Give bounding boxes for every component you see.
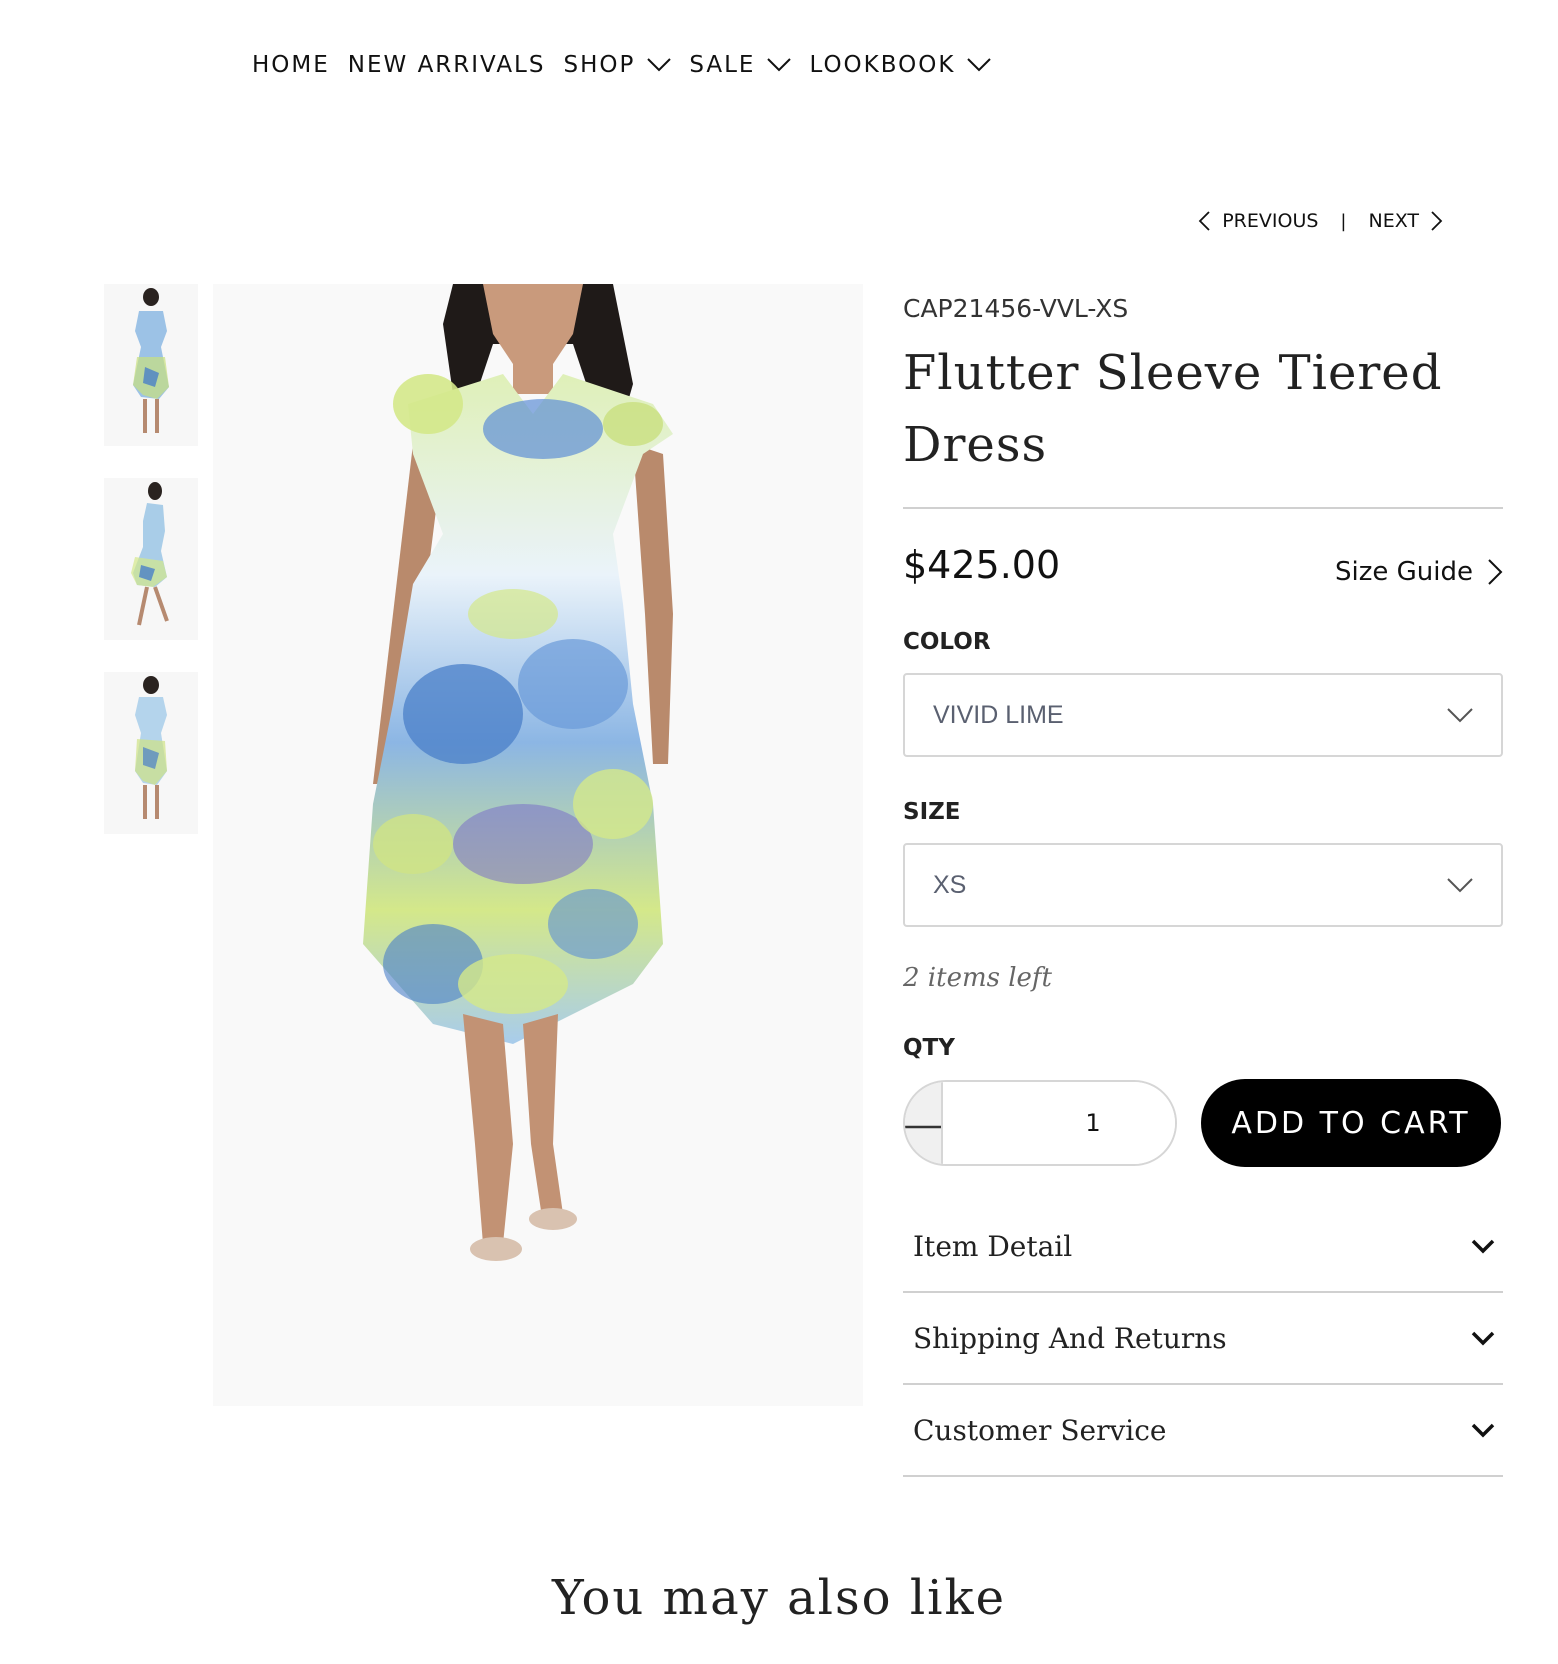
chevron-down-icon	[647, 58, 672, 72]
color-select[interactable]: VIVID LIME	[903, 673, 1503, 757]
next-link[interactable]: NEXT	[1368, 210, 1443, 232]
chevron-right-icon	[1431, 211, 1443, 231]
purchase-row: ADD TO CART	[903, 1079, 1503, 1167]
product-title-line2: Dress	[903, 417, 1048, 473]
color-select-value: VIVID LIME	[933, 700, 1064, 729]
dress-thumbnail-image	[133, 288, 169, 433]
thumbnail-side[interactable]	[104, 478, 198, 640]
dress-model-image	[363, 284, 673, 1261]
nav-new-arrivals[interactable]: NEW ARRIVALS	[348, 52, 546, 78]
previous-link[interactable]: PREVIOUS	[1198, 210, 1318, 232]
product-price: $425.00	[903, 543, 1061, 587]
chevron-left-icon	[1198, 211, 1210, 231]
main-nav: HOME NEW ARRIVALS SHOP SALE LOOKBOOK	[252, 52, 1009, 78]
accordion-customer-service-label: Customer Service	[913, 1413, 1167, 1447]
accordion-shipping-returns-label: Shipping And Returns	[913, 1321, 1227, 1355]
title-divider	[903, 507, 1503, 509]
nav-home-label: HOME	[252, 52, 330, 78]
product-title-line1: Flutter Sleeve Tiered	[903, 345, 1443, 401]
chevron-down-icon	[1471, 1238, 1495, 1254]
main-product-image[interactable]	[213, 284, 863, 1406]
product-sku: CAP21456-VVL-XS	[903, 294, 1129, 323]
qty-input[interactable]	[941, 1082, 1175, 1164]
accordion-item-detail-label: Item Detail	[913, 1229, 1073, 1263]
color-label: COLOR	[903, 629, 991, 655]
size-guide-link[interactable]: Size Guide	[1335, 557, 1503, 587]
size-select-value: XS	[933, 870, 967, 899]
accordion-item-detail[interactable]: Item Detail	[903, 1201, 1503, 1293]
chevron-right-icon	[1473, 558, 1503, 586]
size-guide-label: Size Guide	[1335, 557, 1473, 587]
dress-thumbnail-image	[135, 676, 167, 819]
product-info: CAP21456-VVL-XS Flutter Sleeve Tiered Dr…	[903, 284, 1503, 1477]
product-accordion: Item Detail Shipping And Returns Custome…	[903, 1201, 1503, 1477]
chevron-down-icon	[967, 58, 992, 72]
nav-shop[interactable]: SHOP	[563, 52, 672, 78]
next-label: NEXT	[1368, 210, 1419, 232]
pager-separator: |	[1340, 210, 1347, 232]
minus-icon	[905, 1114, 941, 1133]
nav-home[interactable]: HOME	[252, 52, 330, 78]
price-row: $425.00 Size Guide	[903, 543, 1503, 587]
thumbnail-gallery	[104, 284, 198, 866]
product-pager: PREVIOUS | NEXT	[1198, 210, 1443, 232]
quantity-stepper	[903, 1080, 1177, 1166]
thumbnail-front[interactable]	[104, 284, 198, 446]
nav-new-arrivals-label: NEW ARRIVALS	[347, 52, 546, 78]
size-select[interactable]: XS	[903, 843, 1503, 927]
chevron-down-icon	[1471, 1330, 1495, 1346]
qty-label: QTY	[903, 1035, 955, 1061]
product-title: Flutter Sleeve Tiered Dress	[903, 337, 1503, 481]
chevron-down-icon	[767, 58, 792, 72]
accordion-customer-service[interactable]: Customer Service	[903, 1385, 1503, 1477]
nav-lookbook[interactable]: LOOKBOOK	[809, 52, 992, 78]
accordion-shipping-returns[interactable]: Shipping And Returns	[903, 1293, 1503, 1385]
nav-sale-label: SALE	[689, 52, 756, 78]
chevron-down-icon	[1471, 1422, 1495, 1438]
size-label: SIZE	[903, 799, 961, 825]
nav-sale[interactable]: SALE	[689, 52, 792, 78]
chevron-down-icon	[1447, 707, 1473, 723]
nav-lookbook-label: LOOKBOOK	[809, 52, 956, 78]
qty-decrease-button[interactable]	[905, 1082, 941, 1164]
dress-thumbnail-image	[131, 482, 169, 626]
chevron-down-icon	[1447, 877, 1473, 893]
stock-status: 2 items left	[903, 963, 1052, 993]
nav-shop-label: SHOP	[563, 52, 636, 78]
add-to-cart-button[interactable]: ADD TO CART	[1201, 1079, 1501, 1167]
related-products-heading: You may also like	[551, 1570, 1007, 1626]
thumbnail-back[interactable]	[104, 672, 198, 834]
previous-label: PREVIOUS	[1222, 210, 1319, 232]
